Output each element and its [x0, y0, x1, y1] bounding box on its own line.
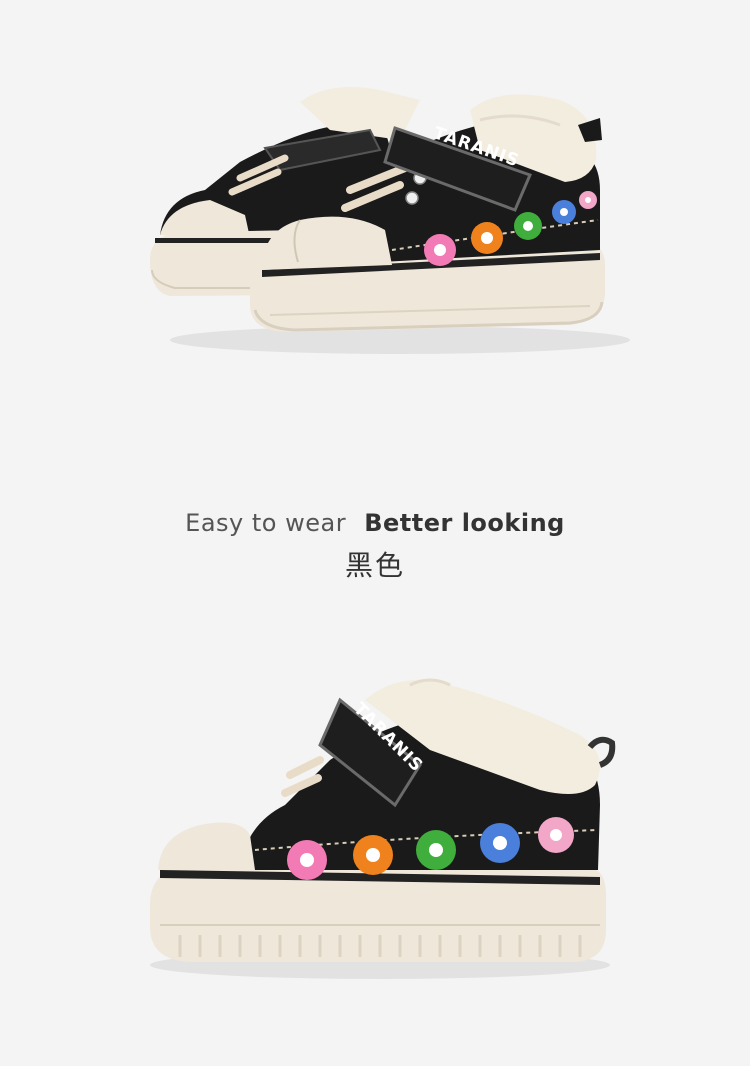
product-caption: Easy to wear Better looking 黑色: [0, 503, 750, 589]
single-shoe-illustration: TARANIS: [150, 678, 616, 979]
product-detail-page: TARANIS Easy to wear Better looking 黑色 T…: [0, 0, 750, 1066]
single-shoe: TARANIS: [150, 678, 616, 962]
tagline-bold: Better looking: [364, 509, 565, 537]
product-photo-single: TARANIS: [0, 665, 750, 995]
shoe-pair-illustration: TARANIS: [150, 86, 630, 354]
tagline-light: Easy to wear: [185, 509, 347, 537]
product-photo-pair: TARANIS: [0, 70, 750, 370]
tagline: Easy to wear Better looking: [0, 503, 750, 543]
color-name-label: 黑色: [344, 549, 405, 582]
